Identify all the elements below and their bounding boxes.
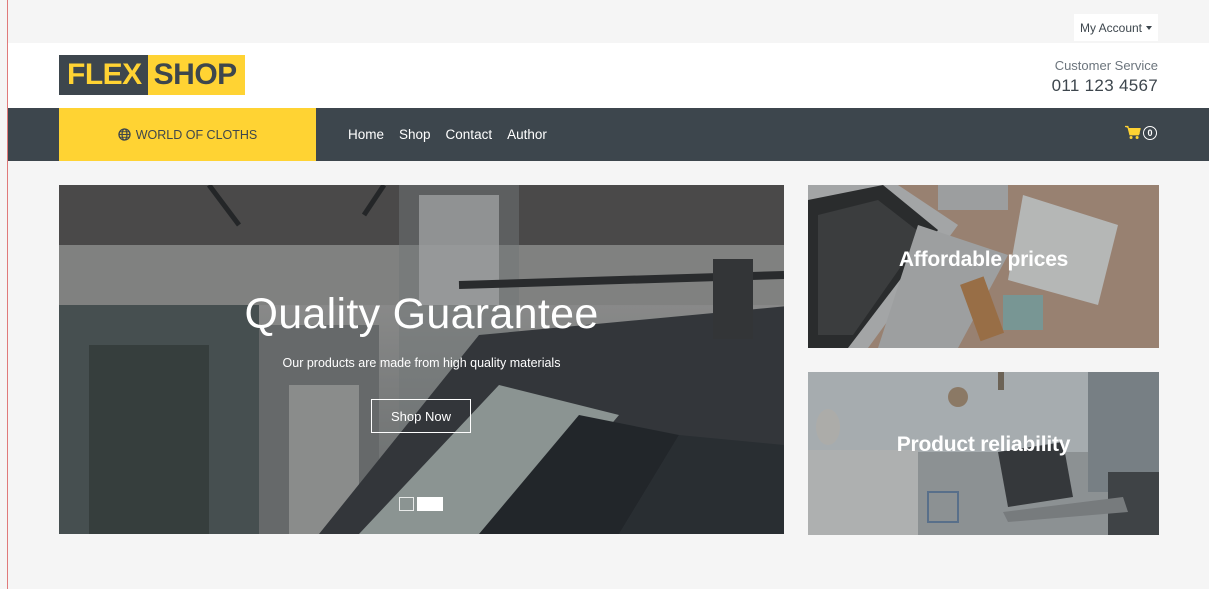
cart-count-badge: 0 <box>1143 125 1157 140</box>
offer-title-affordable-prices: Affordable prices <box>898 248 1069 271</box>
nav-link-contact[interactable]: Contact <box>446 127 501 142</box>
shopping-cart-icon <box>1125 125 1141 139</box>
category-button[interactable]: WORLD OF CLOTHS <box>59 108 316 161</box>
hero-carousel[interactable]: Quality Guarantee Our products are made … <box>59 185 784 534</box>
carousel-indicator-2[interactable] <box>417 497 443 511</box>
nav-link-shop[interactable]: Shop <box>399 127 439 142</box>
shop-now-button[interactable]: Shop Now <box>371 399 471 433</box>
customer-service-label: Customer Service <box>1054 58 1158 73</box>
caret-down-icon <box>1146 25 1153 30</box>
offer-card-affordable-prices[interactable]: Affordable prices <box>808 185 1159 348</box>
logo-part-flex: FLEX <box>59 55 148 95</box>
offer-card-product-reliability[interactable]: Product reliability <box>808 372 1159 535</box>
carousel-title: Quality Guarantee <box>244 290 599 338</box>
site-header: FLEX SHOP Customer Service 011 123 4567 <box>8 43 1209 108</box>
nav-link-author[interactable]: Author <box>507 127 555 142</box>
carousel-indicator-1[interactable] <box>399 497 414 511</box>
nav-links: Home Shop Contact Author <box>348 108 562 161</box>
cart-button[interactable]: 0 <box>1125 125 1157 140</box>
customer-service: Customer Service 011 123 4567 <box>1052 58 1158 97</box>
customer-service-phone: 011 123 4567 <box>1051 76 1158 95</box>
offer-title-product-reliability: Product reliability <box>896 433 1071 456</box>
my-account-dropdown[interactable]: My Account <box>1074 14 1158 41</box>
globe-icon <box>118 128 131 141</box>
carousel-subtitle: Our products are made from high quality … <box>282 356 561 370</box>
category-label: WORLD OF CLOTHS <box>135 127 258 142</box>
site-logo[interactable]: FLEX SHOP <box>59 55 245 95</box>
main-navbar: WORLD OF CLOTHS Home Shop Contact Author… <box>8 108 1209 161</box>
top-bar: My Account <box>8 12 1209 43</box>
carousel-indicators <box>399 497 443 511</box>
carousel-caption: Quality Guarantee Our products are made … <box>59 185 784 534</box>
my-account-label: My Account <box>1079 20 1143 35</box>
logo-part-shop: SHOP <box>147 55 245 95</box>
nav-link-home[interactable]: Home <box>348 127 392 142</box>
